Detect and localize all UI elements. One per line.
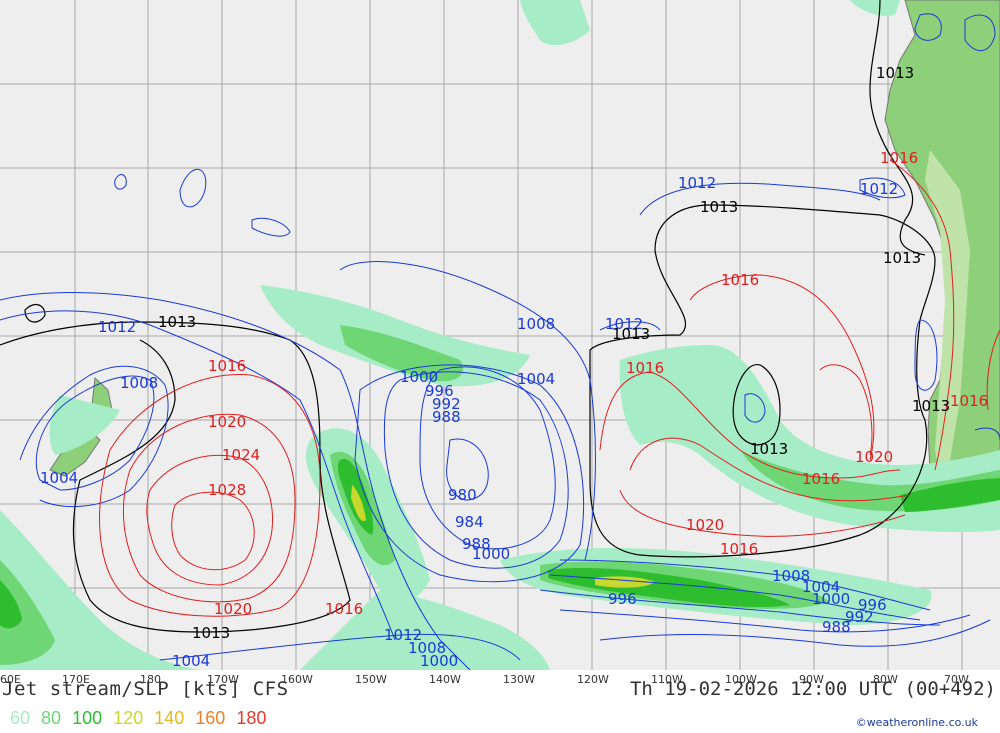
isobar-label: 1013 [876, 64, 914, 82]
legend-item: 60 [10, 708, 31, 728]
isobar-label: 1004 [517, 370, 555, 388]
isobar-label: 1013 [158, 313, 196, 331]
longitude-label: 150W [355, 673, 387, 686]
credit-link[interactable]: ©weatheronline.co.uk [856, 716, 978, 729]
isobar-label: 1024 [222, 446, 260, 464]
legend-item: 100 [72, 708, 103, 728]
isobar-label: 1012 [678, 174, 716, 192]
legend-item: 80 [41, 708, 62, 728]
isobar-label: 1016 [626, 359, 664, 377]
isobar-label: 1004 [172, 652, 210, 670]
isobar-label: 1016 [208, 357, 246, 375]
isobar-label: 1016 [721, 271, 759, 289]
map-title: Jet stream/SLP [kts] CFS [2, 678, 289, 700]
isobar-label: 1016 [802, 470, 840, 488]
isobar-label: 1016 [950, 392, 988, 410]
isobar-label: 1016 [720, 540, 758, 558]
isobar-label: 1013 [912, 397, 950, 415]
wind-speed-legend: 60 80 100 120 140 160 180 [10, 708, 272, 729]
isobar-label: 1004 [40, 469, 78, 487]
jet-stream-slp-map: 1012 1008 1004 1012 1008 1004 1000 996 9… [0, 0, 1000, 670]
isobar-label: 1028 [208, 481, 246, 499]
isobar-label: 1013 [192, 624, 230, 642]
isobar-label: 996 [858, 596, 887, 614]
isobar-label: 988 [432, 408, 461, 426]
isobar-label: 1000 [420, 652, 458, 670]
legend-item: 180 [236, 708, 267, 728]
isobar-label: 1020 [208, 413, 246, 431]
isobar-label: 1013 [612, 325, 650, 343]
isobar-label: 1020 [214, 600, 252, 618]
longitude-label: 120W [577, 673, 609, 686]
forecast-datetime: Th 19-02-2026 12:00 UTC (00+492) [629, 678, 996, 700]
isobar-label: 1012 [860, 180, 898, 198]
isobar-label: 980 [448, 486, 477, 504]
isobar-label: 1013 [750, 440, 788, 458]
isobar-label: 1008 [517, 315, 555, 333]
isobar-label: 1020 [686, 516, 724, 534]
isobar-label: 1000 [812, 590, 850, 608]
isobar-label: 1000 [472, 545, 510, 563]
isobar-label: 1016 [880, 149, 918, 167]
isobar-label: 996 [608, 590, 637, 608]
isobar-label: 984 [455, 513, 484, 531]
isobar-label: 1008 [120, 374, 158, 392]
ocean-background [0, 0, 1000, 670]
isobar-label: 1012 [98, 318, 136, 336]
isobar-label: 1020 [855, 448, 893, 466]
isobar-label: 1016 [325, 600, 363, 618]
isobar-label: 1013 [700, 198, 738, 216]
longitude-label: 130W [503, 673, 535, 686]
legend-item: 140 [154, 708, 185, 728]
isobar-label: 988 [822, 618, 851, 636]
longitude-label: 140W [429, 673, 461, 686]
isobar-label: 1013 [883, 249, 921, 267]
legend-item: 120 [113, 708, 144, 728]
legend-item: 160 [195, 708, 226, 728]
